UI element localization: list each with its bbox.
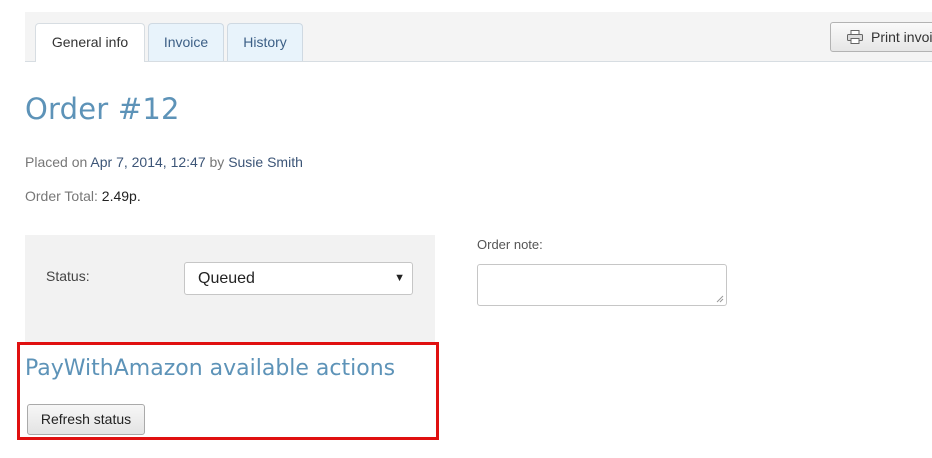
customer-name[interactable]: Susie Smith [228,154,303,170]
placed-prefix: Placed on [25,154,88,170]
print-invoice-label: Print invoi [871,29,932,45]
order-note-label: Order note: [477,237,543,252]
placed-by: by [209,154,225,170]
tab-history[interactable]: History [227,23,303,61]
status-label: Status: [46,268,90,284]
order-note-field[interactable] [477,264,727,306]
printer-icon [847,30,863,45]
tab-invoice[interactable]: Invoice [148,23,224,61]
page-title: Order #12 [25,92,180,126]
order-placed-line: Placed on Apr 7, 2014, 12:47 by Susie Sm… [25,154,303,170]
status-selected-value: Queued [198,270,255,287]
status-select[interactable]: Queued ▼ [184,262,413,295]
print-invoice-button[interactable]: Print invoi [830,22,932,52]
placed-date: Apr 7, 2014, 12:47 [90,154,206,170]
order-total-label: Order Total: [25,188,98,204]
status-panel: Status: Queued ▼ [25,235,435,345]
tab-bar: General info Invoice History Print invoi [25,12,932,62]
refresh-status-button[interactable]: Refresh status [27,404,145,435]
resize-grip-icon[interactable] [716,295,724,303]
amazon-actions-heading: PayWithAmazon available actions [25,356,396,381]
order-total-value: 2.49p. [101,188,141,204]
tab-general-info[interactable]: General info [35,23,145,62]
dropdown-caret-icon: ▼ [394,272,405,284]
order-total-line: Order Total: 2.49p. [25,188,141,204]
